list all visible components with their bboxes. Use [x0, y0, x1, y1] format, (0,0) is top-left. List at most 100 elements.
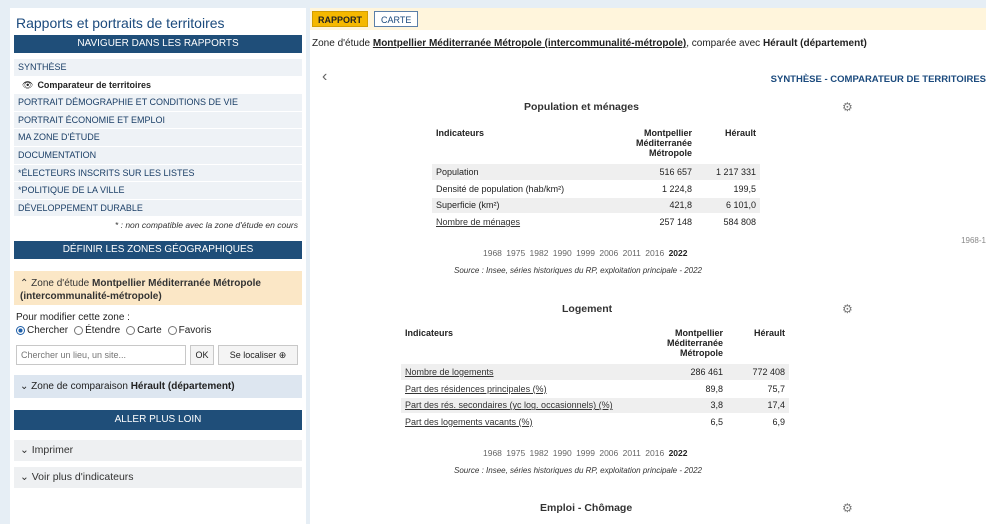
tab-carte[interactable]: CARTE	[374, 11, 419, 27]
zone-summary: Zone d'étude Montpellier Méditerranée Mé…	[310, 30, 986, 56]
logement-source: Source : Insee, séries historiques du RP…	[454, 466, 702, 475]
value-montpellier: 3,8	[657, 397, 727, 414]
value-herault: 584 808	[696, 213, 760, 231]
row-label-link[interactable]: Nombre de logements	[401, 364, 657, 381]
table-row: Part des logements vacants (%) 6,5 6,9	[401, 413, 789, 431]
eye-icon: 👁	[22, 79, 34, 90]
radio-favoris[interactable]: Favoris	[167, 324, 212, 337]
zone-summary-middle: , comparée avec	[686, 38, 761, 49]
side-years: 1968-1	[961, 236, 986, 245]
year-selected[interactable]: 2022	[669, 448, 688, 458]
nav-item-documentation[interactable]: DOCUMENTATION	[14, 146, 302, 165]
value-herault: 6,9	[727, 413, 789, 431]
ok-button[interactable]: OK	[190, 345, 214, 366]
nav-item-comparateur[interactable]: 👁 Comparateur de territoires	[14, 76, 302, 95]
value-herault: 1 217 331	[696, 164, 760, 181]
row-label-link[interactable]: Part des résidences principales (%)	[401, 380, 657, 398]
row-label: Superficie (km²)	[432, 197, 626, 214]
value-herault: 772 408	[727, 364, 789, 381]
back-arrow-icon[interactable]: ‹	[322, 68, 327, 86]
table-row: Nombre de ménages 257 148 584 808	[432, 213, 760, 231]
radio-empty-icon	[167, 326, 177, 336]
more-indicators-label: Voir plus d'indicateurs	[31, 471, 134, 484]
population-table: Indicateurs Montpellier Méditerranée Mét…	[432, 128, 760, 231]
value-herault: 199,5	[696, 180, 760, 198]
nav-item-electeurs[interactable]: *ÉLECTEURS INSCRITS SUR LES LISTES	[14, 164, 302, 183]
logement-title: Logement	[562, 303, 613, 315]
nav-item-label: Comparateur de territoires	[37, 79, 151, 90]
search-row: OK Se localiser ⊕	[16, 345, 302, 366]
nav-item-politique-ville[interactable]: *POLITIQUE DE LA VILLE	[14, 182, 302, 200]
value-herault: 75,7	[727, 380, 789, 398]
table-row: Densité de population (hab/km²) 1 224,8 …	[432, 180, 760, 198]
zone-study-panel[interactable]: ⌃ Zone d'étude Montpellier Méditerranée …	[14, 271, 302, 306]
place-search-input[interactable]	[16, 345, 186, 366]
tab-rapport[interactable]: RAPPORT	[312, 11, 369, 27]
emploi-title: Emploi - Chômage	[540, 502, 633, 514]
zone-compare-name: Hérault (département)	[130, 381, 235, 393]
gear-icon[interactable]: ⚙	[842, 501, 853, 515]
row-label-link[interactable]: Part des rés. secondaires (yc log. occas…	[401, 397, 657, 414]
go-further-header: ALLER PLUS LOIN	[14, 410, 302, 431]
radio-label: Carte	[137, 325, 162, 337]
nav-item-ma-zone[interactable]: MA ZONE D'ÉTUDE	[14, 129, 302, 147]
radio-carte[interactable]: Carte	[126, 324, 162, 337]
more-indicators-section[interactable]: ⌄ Voir plus d'indicateurs	[14, 467, 302, 489]
col-herault: Hérault	[724, 128, 756, 138]
zone-compare-label: Hérault (département)	[762, 38, 867, 49]
year-selected[interactable]: 2022	[669, 248, 688, 258]
col-montpellier: Montpellier Méditerranée Métropole	[666, 328, 723, 358]
chevron-down-icon: ⌄	[20, 471, 29, 484]
year-list[interactable]: 1968 1975 1982 1990 1999 2006 2011 2016	[483, 448, 664, 458]
year-list[interactable]: 1968 1975 1982 1990 1999 2006 2011 2016	[483, 248, 664, 258]
logement-year-selector[interactable]: 1968 1975 1982 1990 1999 2006 2011 2016 …	[483, 448, 687, 458]
nav-item-developpement-durable[interactable]: DÉVELOPPEMENT DURABLE	[14, 199, 302, 218]
main-panel: RAPPORT CARTE Zone d'étude Montpellier M…	[310, 8, 986, 524]
table-row: Superficie (km²) 421,8 6 101,0	[432, 197, 760, 214]
radio-label: Chercher	[27, 325, 69, 337]
col-indicateurs: Indicateurs	[436, 128, 485, 138]
row-label-link[interactable]: Part des logements vacants (%)	[401, 413, 657, 431]
row-label: Densité de population (hab/km²)	[432, 180, 626, 198]
modify-label: Pour modifier cette zone :	[16, 312, 130, 324]
sidebar: Rapports et portraits de territoires NAV…	[10, 8, 306, 524]
value-montpellier: 257 148	[626, 213, 696, 231]
row-label-link[interactable]: Nombre de ménages	[432, 213, 626, 231]
zone-compare-prefix: Zone de comparaison	[31, 381, 128, 393]
zone-study-link[interactable]: Montpellier Méditerranée Métropole (inte…	[373, 38, 686, 49]
col-herault: Hérault	[753, 328, 785, 338]
row-label: Population	[432, 164, 626, 181]
page-title: SYNTHÈSE - COMPARATEUR DE TERRITOIRES	[770, 74, 986, 85]
population-year-selector[interactable]: 1968 1975 1982 1990 1999 2006 2011 2016 …	[483, 248, 687, 258]
nav-item-synthese[interactable]: SYNTHÈSE	[14, 59, 302, 77]
radio-chercher[interactable]: Chercher	[16, 324, 68, 337]
nav-item-portrait-economie[interactable]: PORTRAIT ÉCONOMIE ET EMPLOI	[14, 111, 302, 130]
chevron-up-icon: ⌃	[20, 278, 29, 290]
zones-section-header: DÉFINIR LES ZONES GÉOGRAPHIQUES	[14, 241, 302, 260]
table-row: Population 516 657 1 217 331	[432, 164, 760, 181]
table-row: Part des résidences principales (%) 89,8…	[401, 380, 789, 398]
col-montpellier: Montpellier Méditerranée Métropole	[635, 128, 692, 158]
zone-summary-prefix: Zone d'étude	[312, 38, 371, 49]
nav-item-portrait-demographie[interactable]: PORTRAIT DÉMOGRAPHIE ET CONDITIONS DE VI…	[14, 94, 302, 112]
value-montpellier: 516 657	[626, 164, 696, 181]
zone-mode-radios: Chercher Étendre Carte Favoris	[16, 324, 300, 337]
value-montpellier: 421,8	[626, 197, 696, 214]
radio-label: Favoris	[178, 325, 212, 337]
zone-compare-panel[interactable]: ⌄ Zone de comparaison Hérault (départeme…	[14, 375, 302, 399]
gear-icon[interactable]: ⚙	[842, 100, 853, 114]
table-row: Part des rés. secondaires (yc log. occas…	[401, 397, 789, 414]
radio-label: Étendre	[85, 325, 121, 337]
print-section[interactable]: ⌄ Imprimer	[14, 440, 302, 462]
chevron-down-icon: ⌄	[20, 444, 29, 457]
nav-note: * : non compatible avec la zone d'étude …	[114, 220, 298, 231]
gear-icon[interactable]: ⚙	[842, 302, 853, 316]
radio-empty-icon	[126, 326, 136, 336]
value-herault: 17,4	[727, 397, 789, 414]
locate-button[interactable]: Se localiser ⊕	[218, 345, 298, 366]
population-title: Population et ménages	[524, 101, 639, 113]
value-montpellier: 89,8	[657, 380, 727, 398]
radio-etendre[interactable]: Étendre	[74, 324, 120, 337]
nav-section-header: NAVIGUER DANS LES RAPPORTS	[14, 35, 302, 53]
radio-empty-icon	[74, 326, 84, 336]
